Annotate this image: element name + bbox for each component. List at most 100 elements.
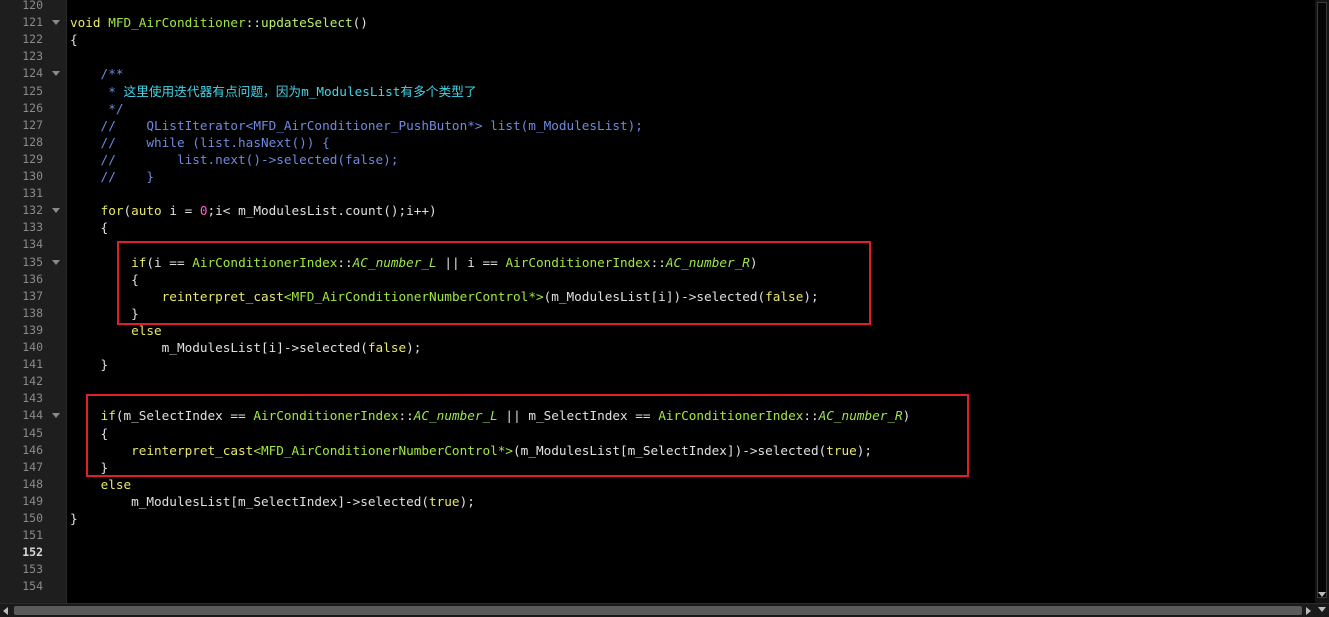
code-token: else <box>131 323 162 338</box>
code-line[interactable]: { <box>70 271 139 288</box>
code-line[interactable]: */ <box>70 100 123 117</box>
code-line[interactable]: reinterpret_cast<MFD_AirConditionerNumbe… <box>70 442 872 459</box>
code-token: ); <box>459 494 475 509</box>
fold-toggle-icon[interactable] <box>52 413 60 418</box>
line-number: 130 <box>22 169 43 183</box>
code-token: if <box>131 255 147 270</box>
code-token: } <box>70 357 109 372</box>
code-editor[interactable]: 120 121 122 123 124 125 126 127 128 129 130 131 132 1… <box>0 0 1329 617</box>
line-number: 148 <box>22 477 43 491</box>
line-number: 126 <box>22 101 43 115</box>
fold-toggle-icon[interactable] <box>52 260 60 265</box>
line-number: 135 <box>22 255 43 269</box>
code-area[interactable]: void MFD_AirConditioner::updateSelect(){… <box>70 0 1315 603</box>
code-line[interactable]: * 这里使用迭代器有点问题，因为m_ModulesList有多个类型了 <box>70 83 476 100</box>
scroll-right-arrow-icon[interactable] <box>1306 607 1311 615</box>
code-line[interactable]: m_ModulesList[i]->selected(false); <box>70 339 422 356</box>
code-token: // } <box>70 169 155 184</box>
code-token: { <box>70 272 139 287</box>
line-number: 152 <box>22 545 43 559</box>
line-number: 133 <box>22 220 43 234</box>
code-line[interactable]: { <box>70 31 78 48</box>
code-token: // list.next()->selected(false); <box>70 152 399 167</box>
code-line[interactable]: } <box>70 459 109 476</box>
vertical-scroll-thumb[interactable] <box>1317 2 1327 598</box>
code-token: AC_number_L <box>413 408 498 423</box>
code-token: { <box>70 220 109 235</box>
code-token: AirConditionerIndex <box>253 408 399 423</box>
line-number: 138 <box>22 306 43 320</box>
code-line[interactable]: // QListIterator<MFD_AirConditioner_Push… <box>70 117 643 134</box>
line-number: 134 <box>22 237 43 251</box>
line-number: 124 <box>22 66 43 80</box>
horizontal-scrollbar[interactable] <box>0 603 1329 617</box>
line-number: 146 <box>22 443 43 457</box>
code-token: true <box>429 494 460 509</box>
code-token: else <box>100 477 132 492</box>
fold-toggle-icon[interactable] <box>52 71 60 76</box>
line-number: 140 <box>22 340 43 354</box>
fold-toggle-icon[interactable] <box>52 20 60 25</box>
scroll-down-arrow-icon[interactable] <box>1318 592 1326 597</box>
code-token: ); <box>406 340 422 355</box>
code-token: * <box>70 84 124 99</box>
line-number: 149 <box>22 494 43 508</box>
code-line[interactable]: } <box>70 305 139 322</box>
code-token: for <box>100 203 124 218</box>
code-token: (m_ModulesList[m_SelectIndex])->selected… <box>513 443 827 458</box>
code-line[interactable]: reinterpret_cast<MFD_AirConditionerNumbe… <box>70 288 819 305</box>
horizontal-scroll-thumb[interactable] <box>14 606 1302 615</box>
code-token: auto <box>131 203 162 218</box>
code-token: (i == <box>146 255 193 270</box>
code-token: AirConditionerIndex <box>192 255 338 270</box>
line-number: 139 <box>22 323 43 337</box>
code-token: :: <box>803 408 819 423</box>
code-token: ); <box>803 289 819 304</box>
vertical-scrollbar[interactable] <box>1315 0 1329 603</box>
line-number: 128 <box>22 135 43 149</box>
code-token: 0 <box>199 203 208 218</box>
code-token: ) <box>902 408 911 423</box>
line-number: 129 <box>22 152 43 166</box>
code-line[interactable]: else <box>70 322 162 339</box>
code-line[interactable]: // } <box>70 168 154 185</box>
corner-arrow-icon[interactable] <box>1318 607 1326 612</box>
code-token: (m_SelectIndex == <box>115 408 254 423</box>
code-token: void <box>70 15 101 30</box>
code-line[interactable]: // list.next()->selected(false); <box>70 151 399 168</box>
code-token: ) <box>749 255 758 270</box>
code-line[interactable]: } <box>70 510 78 527</box>
line-number: 147 <box>22 460 43 474</box>
code-line[interactable]: { <box>70 425 109 442</box>
code-line[interactable]: // while (list.hasNext()) { <box>70 134 330 151</box>
code-line[interactable]: } <box>70 356 109 373</box>
code-line[interactable]: m_ModulesList[m_SelectIndex]->selected(t… <box>70 493 475 510</box>
fold-toggle-icon[interactable] <box>52 208 60 213</box>
code-token: i = <box>161 203 200 218</box>
line-number: 153 <box>22 562 43 576</box>
code-token: { <box>70 32 78 47</box>
code-token: true <box>826 443 857 458</box>
code-line[interactable]: if(i == AirConditionerIndex::AC_number_L… <box>70 254 758 271</box>
code-token: ); <box>856 443 873 458</box>
code-token: AC_number_R <box>818 408 903 423</box>
code-token: :: <box>650 255 666 270</box>
line-number: 151 <box>22 528 43 542</box>
code-line[interactable]: for(auto i = 0;i< m_ModulesList.count();… <box>70 202 437 219</box>
code-line[interactable]: { <box>70 219 109 236</box>
scroll-left-arrow-icon[interactable] <box>3 607 8 615</box>
code-token: :: <box>245 15 261 30</box>
code-line[interactable]: if(m_SelectIndex == AirConditionerIndex:… <box>70 407 911 424</box>
line-number: 120 <box>22 0 43 12</box>
code-line[interactable]: /** <box>70 65 124 82</box>
line-number: 141 <box>22 357 43 371</box>
code-line[interactable]: else <box>70 476 132 493</box>
code-token: } <box>70 511 78 526</box>
code-token: // QListIterator<MFD_AirConditioner_Push… <box>70 118 643 133</box>
code-line[interactable]: void MFD_AirConditioner::updateSelect() <box>70 14 368 31</box>
code-token: { <box>70 426 109 441</box>
